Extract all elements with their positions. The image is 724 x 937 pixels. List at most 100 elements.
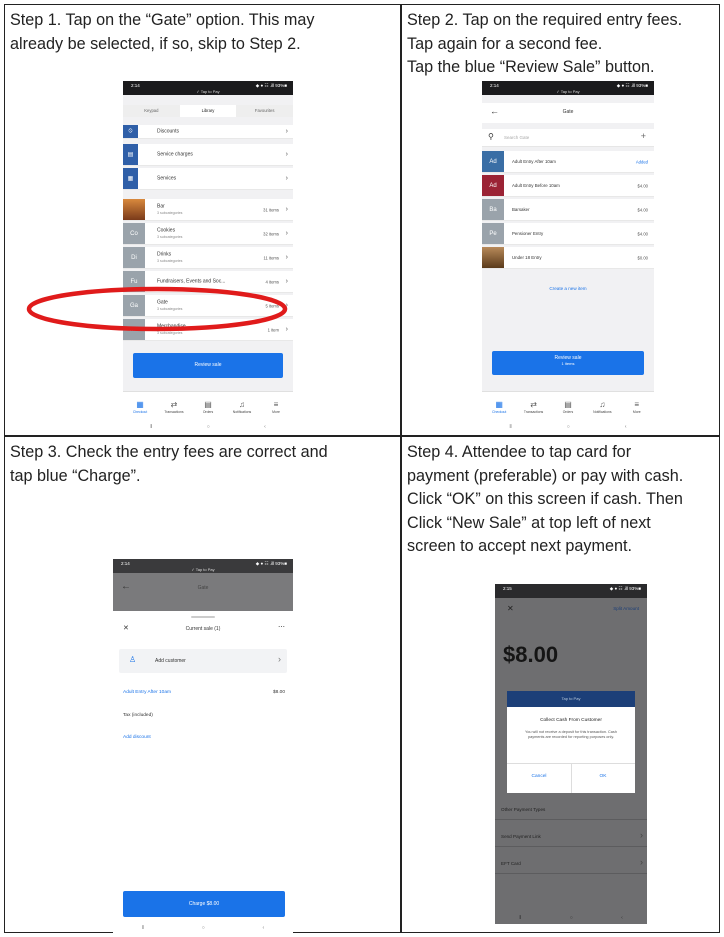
dialog-title: Collect Cash From Customer (540, 718, 602, 723)
search-bar[interactable]: ⚲ Search Gate + (482, 129, 654, 147)
sale-title: Current sale (1) (185, 626, 221, 632)
row-sublabel: 3 subcategories (157, 211, 183, 215)
tab-orders[interactable]: ▤ Orders (554, 400, 582, 414)
list-item-cookies[interactable]: Co Cookies 3 subcategories 32 items › (123, 223, 293, 245)
status-time: 2:14 (121, 561, 130, 566)
category-tile: Di (123, 247, 145, 268)
step-4-line: payment (preferable) or pay with cash. (407, 466, 684, 485)
status-bar: 2:14 ◆ ● ☷ .ill 93%■ ✓ Tap to Pay (482, 81, 654, 95)
list-item[interactable]: Pe Pensioner Entry $4.00 (482, 223, 654, 245)
item-tile: Pe (482, 223, 504, 244)
recents-icon[interactable]: ⦀ (510, 424, 512, 430)
tab-label: More (632, 409, 641, 414)
bell-icon: ♫ (599, 399, 606, 409)
item-label: Pensioner Entry (512, 230, 544, 236)
recents-icon[interactable]: ⦀ (519, 915, 521, 921)
list-bottom-panel (482, 271, 654, 345)
search-icon: ⚲ (488, 132, 494, 141)
step-4-line: Step 4. Attendee to tap card for (407, 443, 632, 461)
tab-label: Transactions (164, 409, 184, 414)
tab-more[interactable]: ≡ More (262, 400, 290, 414)
close-icon[interactable]: ✕ (507, 604, 514, 613)
home-icon[interactable]: ○ (202, 925, 205, 931)
split-amount-link[interactable]: Split Amount (613, 606, 639, 611)
list-item-drinks[interactable]: Di Drinks 3 subcategories 11 items › (123, 247, 293, 269)
menu-icon: ≡ (634, 399, 640, 409)
line-item-price: $8.00 (272, 690, 285, 695)
item-price: $0.00 (637, 255, 648, 260)
recents-icon[interactable]: ⦀ (150, 424, 152, 430)
item-label: Under 18 Entry (512, 254, 542, 260)
status-icons: ◆ ● ☷ .ill 93%■ (609, 586, 641, 591)
line-item-label[interactable]: Adult Entry After 10am (123, 690, 171, 695)
review-sale-button[interactable]: Review sale (133, 353, 283, 378)
add-icon[interactable]: + (641, 131, 646, 141)
android-nav-bar: ⦀ ○ ‹ (113, 922, 293, 934)
home-icon[interactable]: ○ (570, 915, 573, 921)
back-icon[interactable]: ‹ (625, 424, 627, 430)
row-label: Discounts (157, 127, 179, 134)
list-item[interactable]: Ba Barsaker $4.00 (482, 199, 654, 221)
tab-checkout[interactable]: ▦ Checkout (126, 400, 154, 414)
page-title: Gate (562, 109, 574, 115)
tab-more[interactable]: ≡ More (623, 400, 651, 414)
step-4-line: screen to accept next payment. (407, 537, 632, 555)
add-discount-link[interactable]: Add discount (123, 735, 151, 740)
status-bar: 2:14 ◆ ● ☷ .ill 93%■ ✓ Tap to Pay (123, 81, 293, 95)
row-label: Services (157, 174, 177, 181)
orders-icon: ▤ (564, 399, 572, 409)
ok-button[interactable]: OK (571, 774, 635, 779)
chevron-right-icon: › (278, 654, 281, 664)
add-customer-row[interactable]: ♙ Add customer › (119, 649, 287, 673)
tax-label: Tax (included) (123, 713, 153, 718)
tab-transactions[interactable]: ⇄ Transactions (160, 400, 188, 414)
step-2-text: Step 2. Tap on the required entry fees. … (407, 9, 717, 80)
status-time: 2:14 (490, 83, 499, 88)
chevron-right-icon: › (640, 857, 643, 867)
home-icon[interactable]: ○ (567, 424, 570, 430)
charge-button[interactable]: Charge $8.00 (123, 891, 285, 917)
step-3-cell: Step 3. Check the entry fees are correct… (5, 437, 400, 934)
search-input[interactable]: Search Gate (504, 135, 529, 140)
recents-icon[interactable]: ⦀ (142, 925, 144, 931)
tab-favourites[interactable]: Favourites (236, 105, 293, 117)
row-label: Cookies (157, 227, 176, 234)
instruction-grid: Step 1. Tap on the “Gate” option. This m… (4, 4, 720, 934)
tab-notifications[interactable]: ♫ Notifications (588, 400, 616, 414)
tab-library[interactable]: Library (179, 105, 237, 117)
more-options-icon[interactable]: ⋯ (278, 623, 285, 631)
tab-notifications[interactable]: ♫ Notifications (228, 400, 256, 414)
list-item-discounts[interactable]: ⦸ Discounts › (123, 125, 293, 139)
back-icon[interactable]: ‹ (621, 915, 623, 921)
list-item-services[interactable]: ▦ Services › (123, 168, 293, 190)
item-tile: Ad (482, 175, 504, 196)
row-count: 32 items (263, 231, 279, 236)
payment-option[interactable]: Other Payment Types (495, 800, 647, 820)
list-item[interactable]: Ad Adult Entry After 10am Added (482, 151, 654, 173)
back-icon[interactable]: ‹ (262, 925, 264, 931)
list-item[interactable]: Under 18 Entry $0.00 (482, 247, 654, 269)
tab-checkout[interactable]: ▦ Checkout (485, 400, 513, 414)
tab-transactions[interactable]: ⇄ Transactions (520, 400, 548, 414)
step-1-line: already be selected, if so, skip to Step… (10, 34, 301, 53)
tab-orders[interactable]: ▤ Orders (194, 400, 222, 414)
back-icon[interactable]: ‹ (264, 424, 266, 430)
list-item[interactable]: Ad Adult Entry Before 10am $4.00 (482, 175, 654, 197)
payment-option[interactable]: EFT Card › (495, 854, 647, 874)
list-item-service-charges[interactable]: ▤ Service charges › (123, 144, 293, 166)
home-icon[interactable]: ○ (207, 424, 210, 430)
list-item-bar[interactable]: Bar 3 subcategories 31 items › (123, 199, 293, 221)
review-sale-button[interactable]: Review sale 1 items (492, 351, 644, 375)
create-item-link[interactable]: Create a new item (482, 286, 654, 291)
step-1-text: Step 1. Tap on the “Gate” option. This m… (10, 9, 396, 56)
payment-option[interactable]: Send Payment Link › (495, 827, 647, 847)
swap-icon: ⇄ (170, 399, 178, 409)
chevron-right-icon: › (285, 174, 288, 182)
step-4-text: Step 4. Attendee to tap card for payment… (407, 441, 717, 559)
dialog-body: You will not receive a deposit for this … (525, 730, 617, 739)
tab-keypad[interactable]: Keypad (123, 105, 180, 117)
cancel-button[interactable]: Cancel (507, 774, 571, 779)
android-nav-bar: ⦀ ○ ‹ (123, 421, 293, 433)
chevron-right-icon: › (640, 830, 643, 840)
bell-icon: ♫ (239, 399, 245, 409)
